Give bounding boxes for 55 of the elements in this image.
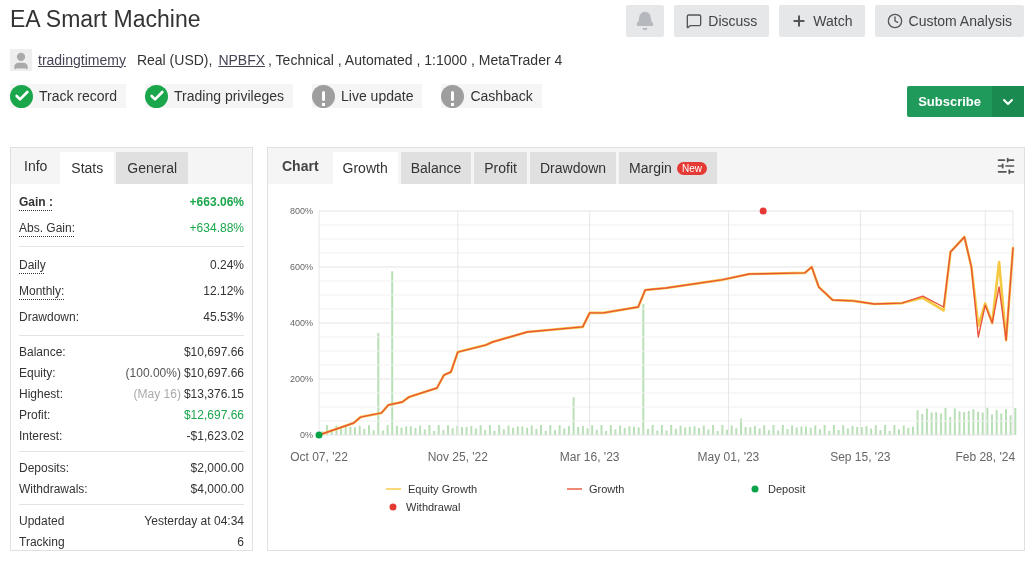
y-axis-label: 400% — [289, 318, 313, 328]
account-type: Real (USD), — [136, 50, 213, 70]
stat-label: Gain : — [19, 194, 53, 211]
stat-value: $12,697.66 — [183, 406, 244, 424]
stat-note: (100.00%) — [125, 364, 181, 382]
y-axis-label: 800% — [289, 206, 313, 216]
stat-value: 45.53% — [203, 309, 244, 326]
stat-label: Abs. Gain: — [19, 220, 76, 237]
stat-value: 6 — [237, 533, 244, 551]
account-details: , Technical , Automated , 1:1000 , MetaTrader 4 — [268, 50, 563, 70]
stat-value: $10,697.66 — [183, 364, 244, 382]
stat-note: (May 16) — [133, 385, 181, 403]
stat-label: Profit: — [19, 406, 51, 424]
stat-value: 12.12% — [203, 283, 244, 300]
legend-label: Deposit — [768, 483, 806, 495]
stat-value: +663.06% — [189, 194, 244, 211]
stat-value: 0.24% — [209, 257, 244, 274]
stat-value: +634.88% — [189, 220, 244, 237]
y-axis-label: 0% — [300, 430, 313, 440]
stat-label: Daily — [19, 257, 46, 274]
stat-label: Updated — [19, 512, 65, 530]
x-axis-label: Mar 16, '23 — [559, 450, 620, 464]
x-axis-label: Feb 28, '24 — [955, 450, 1016, 464]
stat-label: Equity: — [19, 364, 56, 382]
status-badge: Live update — [312, 84, 423, 108]
stat-label: Drawdown: — [19, 309, 80, 326]
stat-label: Monthly: — [19, 283, 65, 300]
stat-value: $4,000.00 — [190, 480, 244, 498]
stat-label: Withdrawals: — [19, 480, 88, 498]
legend-label: Withdrawal — [406, 501, 461, 513]
y-axis-label: 600% — [289, 262, 313, 272]
y-axis-label: 200% — [289, 374, 313, 384]
panel-heading: Chart — [281, 156, 320, 176]
x-axis-label: Oct 07, '22 — [290, 450, 348, 464]
status-badge: Trading privileges — [145, 84, 294, 108]
stat-value: $10,697.66 — [183, 343, 244, 361]
x-axis-label: Sep 15, '23 — [830, 450, 891, 464]
stat-label: Interest: — [19, 427, 63, 445]
status-badge: Track record — [10, 84, 127, 108]
new-badge: New — [676, 161, 707, 175]
stat-label: Tracking — [19, 533, 65, 551]
stat-value: -$1,623.02 — [186, 427, 244, 445]
legend-label: Growth — [589, 483, 625, 495]
stat-label: Highest: — [19, 385, 64, 403]
stat-value: $2,000.00 — [190, 459, 244, 477]
stat-label: Balance: — [19, 343, 66, 361]
page-title: EA Smart Machine — [10, 5, 202, 33]
x-axis-label: Nov 25, '22 — [427, 450, 488, 464]
x-axis-label: May 01, '23 — [697, 450, 760, 464]
stat-label: Deposits: — [19, 459, 70, 477]
legend-label: Equity Growth — [408, 483, 478, 495]
stat-value: Yesterday at 04:34 — [144, 512, 244, 530]
status-badge: Cashback — [441, 84, 542, 108]
panel-heading: Info — [23, 156, 49, 176]
stat-value: $13,376.15 — [183, 385, 244, 403]
